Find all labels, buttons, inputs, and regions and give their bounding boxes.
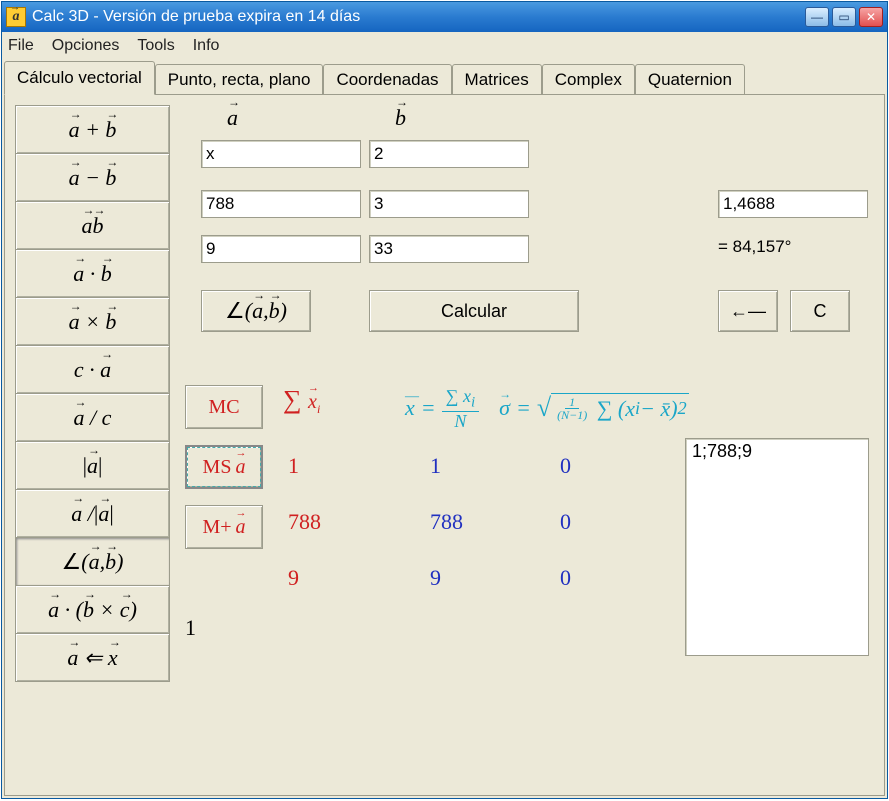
menu-info[interactable]: Info [193, 37, 220, 55]
input-b-y[interactable] [369, 190, 529, 218]
memory-listbox[interactable]: 1;788;9 [685, 438, 869, 656]
ms-button[interactable]: MSa [185, 445, 263, 489]
stats-col-mean: 1 788 9 [430, 438, 463, 606]
menu-file[interactable]: File [8, 37, 34, 55]
op-dot[interactable]: a · b [15, 249, 170, 298]
sigma-xi-icon: ∑ xi [283, 385, 320, 417]
tab-coordenadas[interactable]: Coordenadas [323, 64, 451, 94]
header-a: a [227, 105, 238, 131]
op-assign[interactable]: a ⇐ x [15, 633, 170, 682]
stats-formula: x— = ∑ xiN σ→ = √1(N−1) ∑ (xi − x̄)2 [405, 387, 689, 430]
window-controls: — ▭ ✕ [805, 7, 883, 27]
memory-column: MC MSa M+a [185, 385, 263, 549]
clear-button[interactable]: C [790, 290, 850, 332]
mplus-button[interactable]: M+a [185, 505, 263, 549]
op-angle[interactable]: ∠(a,b) [15, 537, 170, 586]
tab-panel: a + b a − b ab a · b a × b c · a a / c a… [4, 94, 885, 796]
op-sub[interactable]: a − b [15, 153, 170, 202]
n-count: 1 [185, 615, 196, 641]
angle-button[interactable]: ∠(a,b) [201, 290, 311, 332]
op-triple[interactable]: a · (b × c) [15, 585, 170, 634]
mc-button[interactable]: MC [185, 385, 263, 429]
tab-complex[interactable]: Complex [542, 64, 635, 94]
result-degrees: = 84,157° [718, 237, 791, 257]
window-title: Calc 3D - Versión de prueba expira en 14… [32, 8, 805, 26]
input-a-y[interactable] [201, 190, 361, 218]
op-abs[interactable]: a [15, 441, 170, 490]
maximize-button[interactable]: ▭ [832, 7, 856, 27]
result-field[interactable] [718, 190, 868, 218]
tab-matrices[interactable]: Matrices [452, 64, 542, 94]
title-bar: a Calc 3D - Versión de prueba expira en … [2, 2, 887, 32]
calculate-button[interactable]: Calcular [369, 290, 579, 332]
header-b: b [395, 105, 406, 131]
tab-vectorial[interactable]: Cálculo vectorial [4, 61, 155, 95]
list-item[interactable]: 1;788;9 [692, 441, 862, 462]
menu-opciones[interactable]: Opciones [52, 37, 120, 55]
tab-quaternion[interactable]: Quaternion [635, 64, 745, 94]
op-scalar-mul[interactable]: c · a [15, 345, 170, 394]
tab-punto[interactable]: Punto, recta, plano [155, 64, 324, 94]
operation-column: a + b a − b ab a · b a × b c · a a / c a… [15, 105, 170, 682]
menu-tools[interactable]: Tools [137, 37, 174, 55]
input-b-x[interactable] [369, 140, 529, 168]
stats-col-sum: 1 788 9 [288, 438, 321, 606]
minimize-button[interactable]: — [805, 7, 829, 27]
app-window: a Calc 3D - Versión de prueba expira en … [1, 1, 888, 799]
op-scalar-div[interactable]: a / c [15, 393, 170, 442]
op-ab[interactable]: ab [15, 201, 170, 250]
op-normalize[interactable]: a /a [15, 489, 170, 538]
close-button[interactable]: ✕ [859, 7, 883, 27]
stats-col-sigma: 0 0 0 [560, 438, 571, 606]
input-a-x[interactable] [201, 140, 361, 168]
app-icon: a [6, 7, 26, 27]
input-b-z[interactable] [369, 235, 529, 263]
tab-row: Cálculo vectorial Punto, recta, plano Co… [2, 60, 887, 94]
menu-bar: File Opciones Tools Info [2, 32, 887, 60]
op-cross[interactable]: a × b [15, 297, 170, 346]
op-add[interactable]: a + b [15, 105, 170, 154]
back-button[interactable]: ←— [718, 290, 778, 332]
input-a-z[interactable] [201, 235, 361, 263]
